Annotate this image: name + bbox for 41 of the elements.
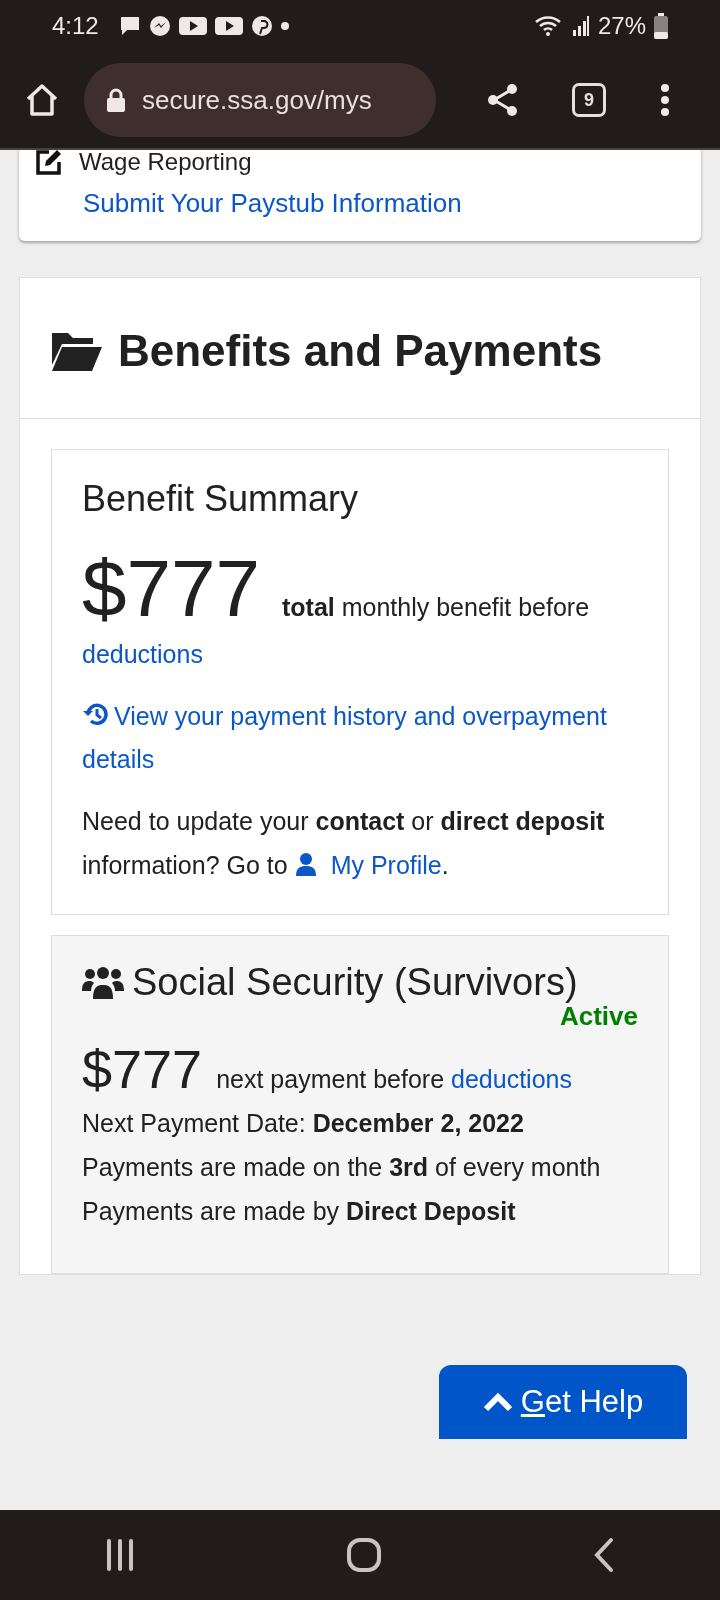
my-profile-link[interactable]: My Profile: [294, 850, 442, 879]
deductions-link[interactable]: deductions: [451, 1065, 572, 1094]
address-bar[interactable]: secure.ssa.gov/mys: [84, 63, 436, 137]
status-time: 4:12: [52, 11, 99, 41]
user-icon: [294, 851, 317, 876]
users-icon: [82, 965, 124, 1000]
battery-icon: [654, 13, 668, 39]
wage-reporting-title: Wage Reporting: [79, 150, 252, 177]
video-icon: [214, 16, 243, 36]
battery-percent: 27%: [597, 11, 646, 41]
edit-icon: [35, 150, 63, 176]
status-label: Active: [559, 1003, 638, 1030]
payment-description: next payment before deductions: [216, 1065, 572, 1094]
pin-icon: [250, 15, 273, 37]
summary-title: Benefit Summary: [82, 477, 360, 521]
deductions-link[interactable]: deductions: [82, 639, 203, 668]
get-help-button[interactable]: Get Help: [439, 1365, 687, 1439]
home-button-icon[interactable]: [346, 1537, 382, 1573]
benefit-title: Social Security (Survivors): [132, 961, 578, 1004]
profile-sentence: Need to update your contact or direct deposit information? Go to My Profile.: [82, 806, 606, 881]
payment-detail: Payments are made by Direct Deposit: [82, 1195, 517, 1227]
tab-count-button[interactable]: 9: [572, 83, 606, 117]
section-title: Benefits and Payments: [118, 325, 603, 377]
messenger-icon: [148, 15, 171, 37]
lock-icon: [106, 88, 126, 112]
chevron-up-icon: [482, 1392, 513, 1412]
chat-icon: [118, 15, 141, 37]
url-text: secure.ssa.gov/mys: [142, 83, 372, 117]
share-icon[interactable]: [486, 83, 520, 117]
payment-amount: $777: [82, 1039, 203, 1100]
dot-icon: [280, 22, 289, 30]
video-icon: [178, 16, 207, 36]
home-icon[interactable]: [24, 82, 60, 118]
recent-apps-icon[interactable]: [105, 1538, 136, 1572]
back-icon[interactable]: [592, 1537, 615, 1573]
more-icon[interactable]: [660, 83, 670, 117]
payment-history-link[interactable]: View your payment history and overpayment details: [82, 694, 638, 783]
payment-detail: Payments are made on the 3rd of every month: [82, 1151, 602, 1183]
paystub-link[interactable]: Submit Your Paystub Information: [83, 184, 462, 223]
payment-detail: Next Payment Date: December 2, 2022: [82, 1108, 525, 1140]
signal-icon: [571, 15, 590, 37]
